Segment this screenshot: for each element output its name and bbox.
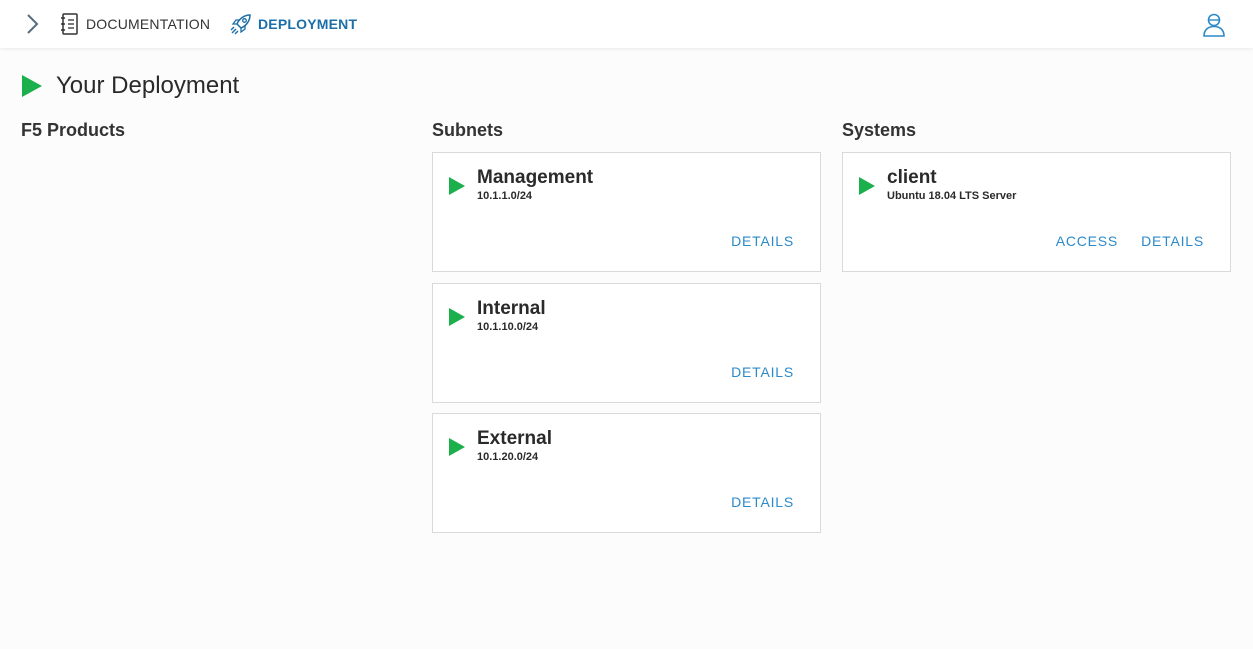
page-title-text: Your Deployment [56, 72, 240, 99]
subnet-card-external: External 10.1.20.0/24 DETAILS [432, 413, 821, 533]
page-title: Your Deployment [22, 70, 239, 102]
subnet-cidr: 10.1.1.0/24 [477, 190, 533, 202]
f5-products-heading: F5 Products [21, 120, 126, 140]
system-name: client [887, 167, 937, 188]
play-icon [449, 308, 465, 326]
subnet-card-management: Management 10.1.1.0/24 DETAILS [432, 152, 821, 272]
details-button[interactable]: DETAILS [731, 494, 794, 510]
nav-deployment[interactable]: DEPLOYMENT [230, 12, 357, 36]
subnet-cidr: 10.1.10.0/24 [477, 321, 539, 333]
system-os: Ubuntu 18.04 LTS Server [887, 190, 1017, 202]
systems-heading: Systems [842, 120, 917, 140]
chevron-right-icon[interactable] [22, 12, 42, 36]
play-icon [449, 177, 465, 195]
details-button[interactable]: DETAILS [731, 233, 794, 249]
subnet-name: Management [477, 167, 594, 188]
subnets-heading: Subnets [432, 120, 504, 140]
system-card-client: client Ubuntu 18.04 LTS Server ACCESS DE… [842, 152, 1231, 272]
access-button[interactable]: ACCESS [1056, 233, 1118, 249]
subnet-cidr: 10.1.20.0/24 [477, 451, 539, 463]
play-icon [449, 438, 465, 456]
details-button[interactable]: DETAILS [731, 364, 794, 380]
subnet-card-internal: Internal 10.1.10.0/24 DETAILS [432, 283, 821, 403]
rocket-icon [230, 14, 251, 35]
user-icon[interactable] [1202, 12, 1226, 38]
details-button[interactable]: DETAILS [1141, 233, 1204, 249]
play-icon [859, 177, 875, 195]
subnet-name: External [477, 428, 552, 449]
nav-documentation[interactable]: DOCUMENTATION [60, 12, 210, 36]
nav-documentation-label: DOCUMENTATION [86, 16, 211, 32]
play-icon [22, 75, 42, 97]
notebook-icon [61, 13, 78, 35]
top-navigation-bar: DOCUMENTATION DEPLOYMENT [0, 0, 1253, 48]
nav-deployment-label: DEPLOYMENT [258, 16, 358, 32]
subnet-name: Internal [477, 298, 546, 319]
